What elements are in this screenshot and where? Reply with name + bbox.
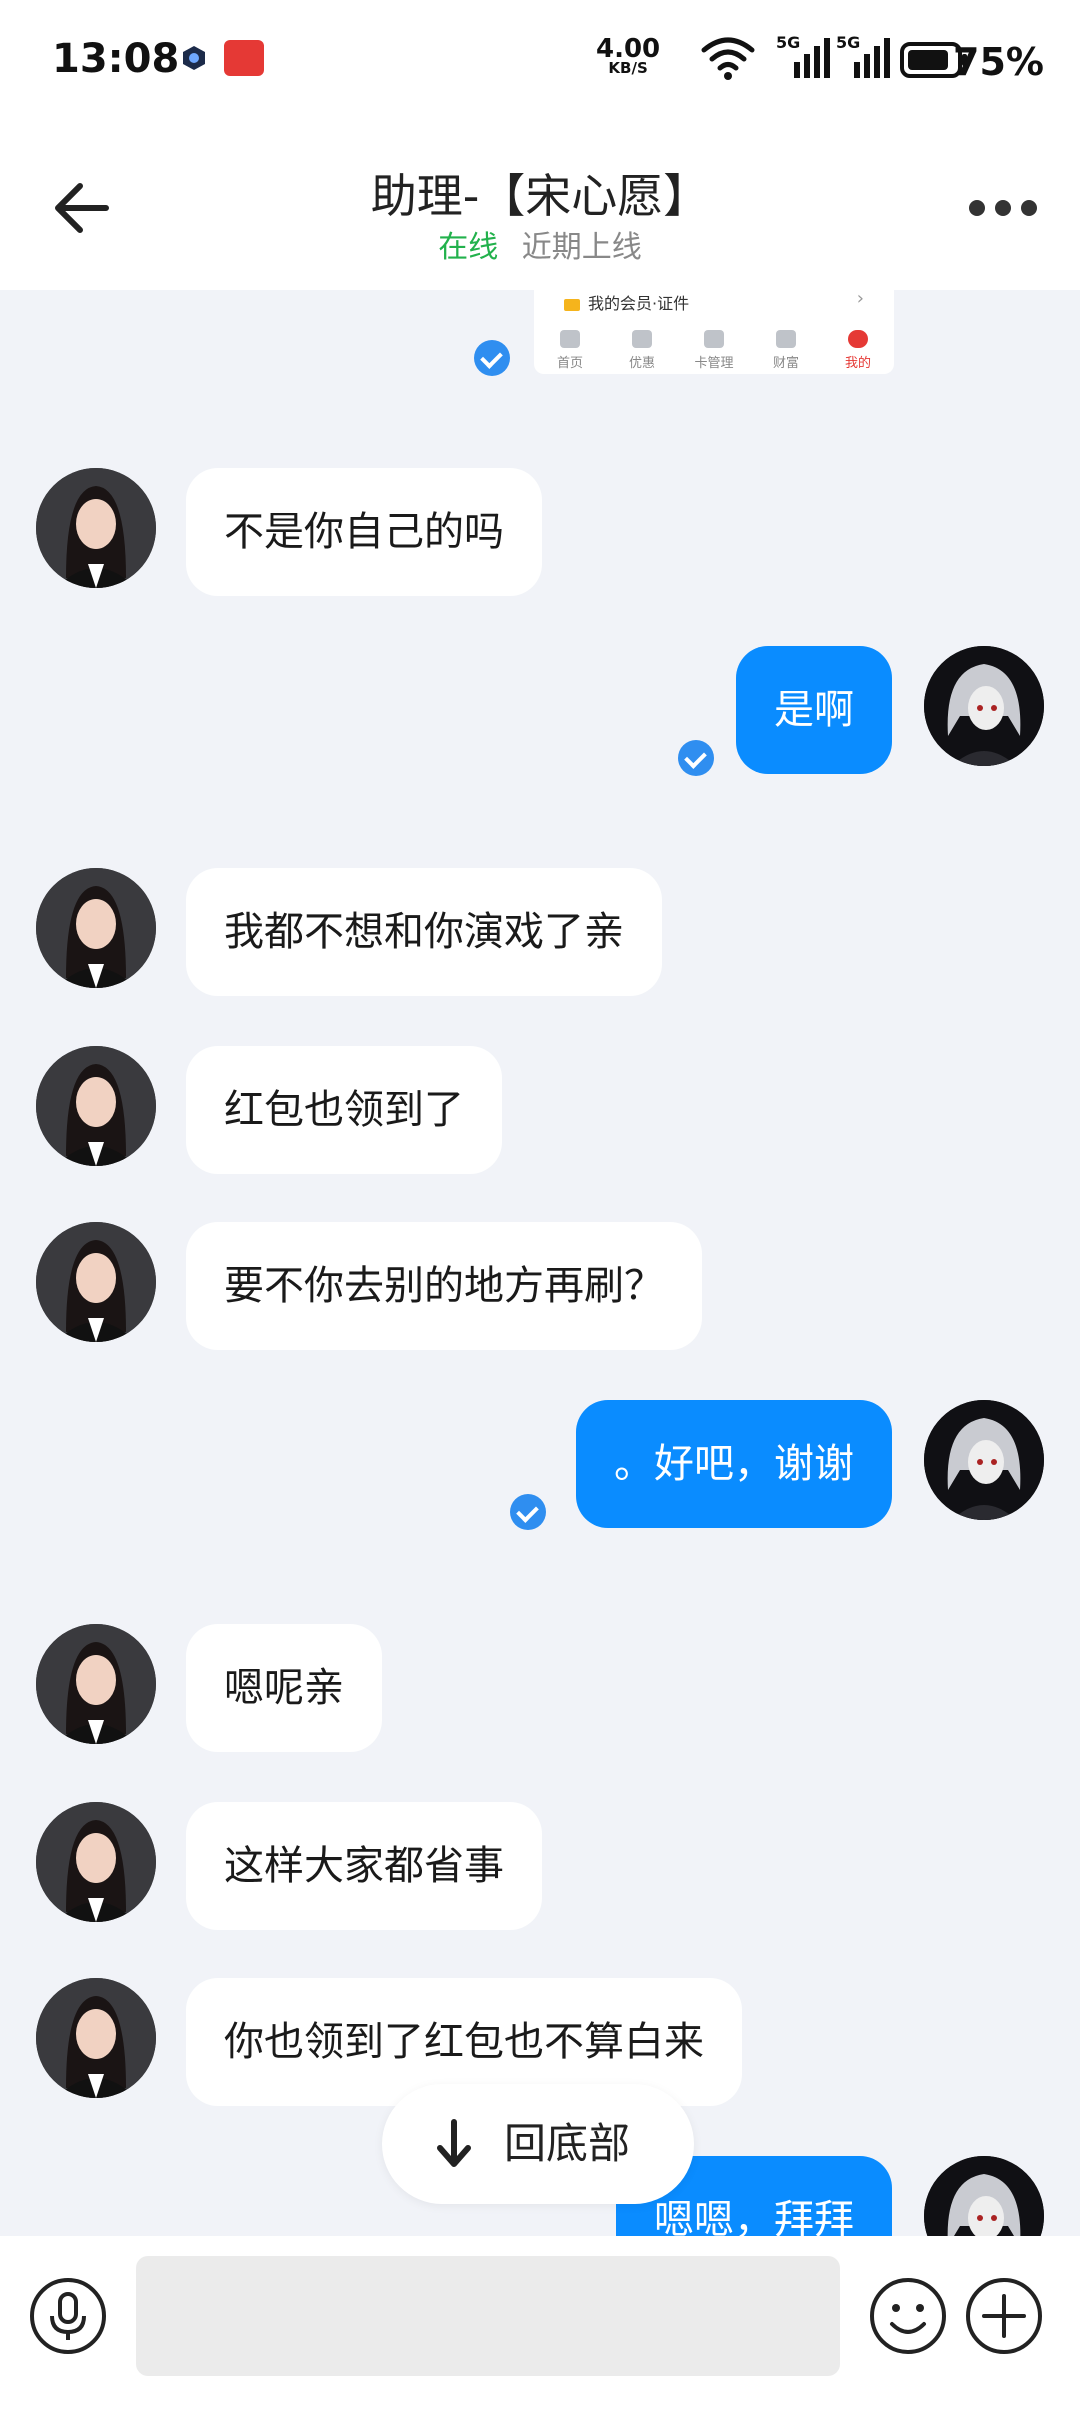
signal1-label: 5G bbox=[776, 33, 800, 52]
network-speed: 4.00 KB/S bbox=[596, 36, 660, 76]
signal-5g-icon-2: 5G bbox=[836, 33, 890, 78]
microphone-icon[interactable] bbox=[28, 2276, 108, 2356]
wifi-icon bbox=[701, 37, 755, 80]
signal2-label: 5G bbox=[836, 33, 860, 52]
image-tab-label: 我的 bbox=[844, 356, 871, 371]
image-tab-label: 首页 bbox=[556, 356, 583, 371]
more-options-icon[interactable] bbox=[966, 188, 1040, 228]
user-avatar[interactable] bbox=[924, 2156, 1044, 2236]
image-tab-label: 财富 bbox=[772, 356, 799, 371]
clock: 13:08 bbox=[52, 36, 180, 82]
message-bubble-incoming[interactable]: 我都不想和你演戏了亲 bbox=[186, 868, 662, 996]
last-seen: 近期上线 bbox=[521, 230, 642, 265]
message-bubble-outgoing[interactable]: 。好吧，谢谢 bbox=[576, 1400, 892, 1528]
read-receipt-icon bbox=[474, 340, 510, 376]
image-tab-label: 卡管理 bbox=[694, 356, 734, 371]
read-receipt-icon bbox=[678, 740, 714, 776]
contact-status: 在线 近期上线 bbox=[0, 222, 1080, 266]
message-bubble-incoming[interactable]: 不是你自己的吗 bbox=[186, 468, 542, 596]
app-notification-icon-red bbox=[224, 40, 264, 76]
message-bubble-outgoing[interactable]: 是啊 bbox=[736, 646, 892, 774]
scroll-to-bottom-button[interactable]: 回底部 bbox=[382, 2084, 694, 2204]
image-message[interactable]: 我的会员·证件 › 首页 优惠 卡管理 财富 我的 bbox=[534, 290, 894, 374]
image-tab: 优惠 bbox=[612, 330, 672, 371]
arrow-down-icon bbox=[437, 2119, 471, 2167]
contact-avatar[interactable] bbox=[36, 868, 156, 988]
image-tab: 首页 bbox=[540, 330, 600, 371]
contact-avatar[interactable] bbox=[36, 1222, 156, 1342]
composer-bar bbox=[0, 2236, 1080, 2412]
chat-title: 助理-【宋心愿】 bbox=[370, 169, 710, 223]
contact-avatar[interactable] bbox=[36, 1624, 156, 1744]
message-bubble-incoming[interactable]: 嗯呢亲 bbox=[186, 1624, 382, 1752]
battery-percent: 75% bbox=[953, 40, 1044, 84]
image-tab-label: 优惠 bbox=[628, 356, 655, 371]
image-row-label: 我的会员·证件 bbox=[564, 290, 689, 314]
app-notification-icon bbox=[183, 46, 205, 70]
message-bubble-incoming[interactable]: 这样大家都省事 bbox=[186, 1802, 542, 1930]
image-tab: 财富 bbox=[756, 330, 816, 371]
image-tab: 卡管理 bbox=[684, 330, 744, 371]
status-bar: 13:08 4.00 KB/S 5G 5G 75% bbox=[0, 0, 1080, 120]
user-avatar[interactable] bbox=[924, 1400, 1044, 1520]
card-icon bbox=[564, 298, 580, 311]
scroll-to-bottom-label: 回底部 bbox=[504, 2119, 631, 2168]
contact-avatar[interactable] bbox=[36, 468, 156, 588]
message-input[interactable] bbox=[136, 2256, 840, 2376]
chat-header: 助理-【宋心愿】 在线 近期上线 bbox=[0, 120, 1080, 290]
contact-avatar[interactable] bbox=[36, 1046, 156, 1166]
image-tab: 我的 bbox=[828, 330, 888, 371]
signal-5g-icon: 5G bbox=[776, 33, 830, 78]
message-list[interactable]: 我的会员·证件 › 首页 优惠 卡管理 财富 我的 不是你自己的吗 是啊 我都不… bbox=[0, 290, 1080, 2236]
image-row-text: 我的会员·证件 bbox=[588, 294, 690, 313]
plus-icon[interactable] bbox=[964, 2276, 1044, 2356]
contact-avatar[interactable] bbox=[36, 1978, 156, 2098]
message-bubble-incoming[interactable]: 要不你去别的地方再刷？ bbox=[186, 1222, 702, 1350]
emoji-icon[interactable] bbox=[868, 2276, 948, 2356]
user-avatar[interactable] bbox=[924, 646, 1044, 766]
online-status: 在线 bbox=[438, 230, 499, 265]
message-bubble-incoming[interactable]: 红包也领到了 bbox=[186, 1046, 502, 1174]
status-icons: 4.00 KB/S 5G 5G 75% bbox=[560, 30, 1080, 90]
image-tabbar: 首页 优惠 卡管理 财富 我的 bbox=[534, 330, 894, 371]
read-receipt-icon bbox=[510, 1494, 546, 1530]
chevron-right-icon: › bbox=[856, 290, 864, 309]
contact-avatar[interactable] bbox=[36, 1802, 156, 1922]
